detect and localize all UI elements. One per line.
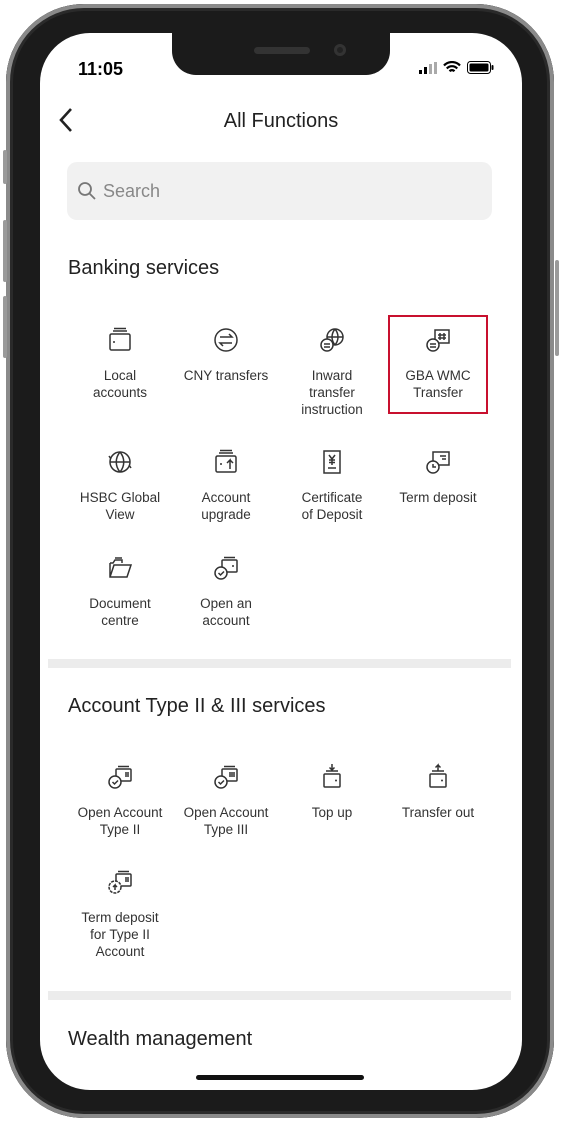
function-item[interactable]: GBA WMC Transfer [388, 315, 488, 414]
function-item[interactable]: Open an account [173, 553, 279, 629]
volume-down-button [3, 296, 7, 358]
function-item[interactable]: Local accounts [67, 325, 173, 401]
function-item[interactable]: Account upgrade [173, 447, 279, 523]
status-time: 11:05 [78, 59, 124, 79]
function-label: HSBC Global View [79, 490, 161, 522]
page-title: All Functions [223, 110, 339, 132]
search-icon [78, 182, 96, 200]
volume-up-button [3, 220, 7, 282]
wallet-icon [109, 327, 131, 351]
globe-icon [108, 451, 132, 473]
function-item[interactable]: Transfer out [385, 762, 491, 821]
folder-icon [109, 557, 133, 578]
power-button [555, 260, 559, 356]
function-item[interactable]: CNY transfers [173, 325, 279, 384]
yuan-certificate-icon [323, 450, 341, 474]
function-item[interactable]: Inward transfer instruction [279, 325, 385, 418]
account-type-iii-icon [214, 765, 238, 789]
mute-switch [3, 150, 7, 184]
function-label: Transfer out [401, 805, 475, 820]
function-label: CNY transfers [183, 368, 269, 383]
top-up-icon [323, 764, 341, 788]
section-title: Wealth management [68, 1028, 253, 1050]
account-type-ii-icon [108, 765, 132, 789]
search-placeholder: Search [103, 180, 161, 201]
function-item[interactable]: Term deposit for Type II Account [67, 867, 173, 960]
open-account-icon [214, 556, 238, 580]
notch [172, 33, 390, 75]
function-label: Term deposit [399, 490, 477, 505]
home-indicator[interactable] [196, 1075, 364, 1080]
section-divider [48, 991, 511, 1000]
function-label: Open Account Type III [183, 805, 269, 837]
function-item[interactable]: Term deposit [385, 447, 491, 506]
function-label: Open an account [200, 596, 252, 628]
function-item[interactable]: HSBC Global View [67, 447, 173, 523]
transfer-arrows-icon [214, 328, 238, 352]
function-label: GBA WMC Transfer [405, 368, 471, 400]
gba-transfer-icon [426, 329, 450, 352]
function-item[interactable]: Top up [279, 762, 385, 821]
wifi-icon [443, 61, 461, 73]
function-label: Account upgrade [201, 490, 251, 522]
screen: 11:05 All Functions Search Banking servi… [40, 33, 522, 1090]
clock-card-icon [426, 451, 450, 474]
function-item[interactable]: Document centre [67, 553, 173, 629]
globe-exchange-icon [320, 328, 344, 352]
function-label: Term deposit for Type II Account [81, 910, 159, 959]
function-label: Local accounts [92, 368, 148, 400]
signal-icon [419, 61, 437, 74]
function-label: Inward transfer instruction [301, 368, 363, 417]
function-item[interactable]: Open Account Type II [67, 762, 173, 838]
term-deposit-type-ii-icon [108, 870, 132, 894]
function-label: Top up [311, 805, 353, 820]
section-title: Account Type II & III services [68, 695, 326, 717]
battery-icon [467, 61, 494, 74]
section-divider [48, 659, 511, 668]
status-icons [419, 61, 494, 74]
function-label: Document centre [89, 596, 151, 628]
wallet-upgrade-icon [215, 449, 237, 473]
section-title: Banking services [68, 257, 220, 279]
function-label: Certificate of Deposit [301, 490, 363, 522]
search-input[interactable]: Search [67, 162, 492, 220]
function-item[interactable]: Open Account Type III [173, 762, 279, 838]
transfer-out-icon [429, 763, 447, 788]
function-item[interactable]: Certificate of Deposit [279, 447, 385, 523]
function-label: Open Account Type II [77, 805, 163, 837]
